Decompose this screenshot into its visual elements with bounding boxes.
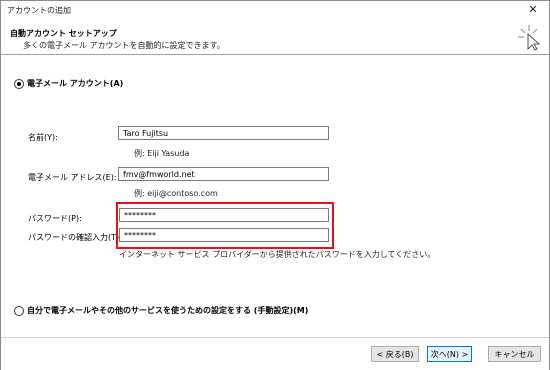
email-label: 電子メール アドレス(E): <box>28 173 117 182</box>
wizard-header: 自動アカウント セットアップ 多くの電子メール アカウントを自動的に設定できます… <box>1 20 549 55</box>
back-button[interactable]: < 戻る(B) <box>371 346 419 362</box>
wizard-content <box>1 55 549 335</box>
header-title: 自動アカウント セットアップ <box>10 29 117 38</box>
password-highlight-box <box>116 202 334 249</box>
manual-setup-radio-label[interactable]: 自分で電子メールやその他のサービスを使うための設定をする (手動設定)(M) <box>27 305 308 316</box>
manual-setup-radio[interactable] <box>14 306 24 316</box>
header-subtitle: 多くの電子メール アカウントを自動的に設定できます。 <box>23 41 225 50</box>
title-bar: アカウントの追加 ✕ <box>1 1 549 20</box>
password-label: パスワード(P): <box>28 214 82 223</box>
password-confirm-label: パスワードの確認入力(T): <box>28 233 122 242</box>
close-icon[interactable]: ✕ <box>525 3 541 17</box>
email-account-radio-label[interactable]: 電子メール アカウント(A) <box>27 78 123 89</box>
wizard-footer: < 戻る(B) 次へ(N) > キャンセル <box>1 337 549 370</box>
name-label: 名前(Y): <box>28 133 58 142</box>
email-example: 例: eiji@contoso.com <box>134 189 218 198</box>
window-title: アカウントの追加 <box>7 6 71 15</box>
wizard-sparkle-cursor-icon <box>518 25 541 51</box>
password-note: インターネット サービス プロバイダーから提供されたパスワードを入力してください… <box>119 250 436 259</box>
cancel-button[interactable]: キャンセル <box>488 346 541 362</box>
add-account-dialog: アカウントの追加 ✕ 自動アカウント セットアップ 多くの電子メール アカウント… <box>0 0 550 370</box>
name-input[interactable] <box>118 126 329 140</box>
email-account-radio[interactable] <box>14 79 24 89</box>
next-button[interactable]: 次へ(N) > <box>427 346 472 362</box>
email-input[interactable] <box>118 167 329 181</box>
name-example: 例: Eiji Yasuda <box>134 149 190 158</box>
